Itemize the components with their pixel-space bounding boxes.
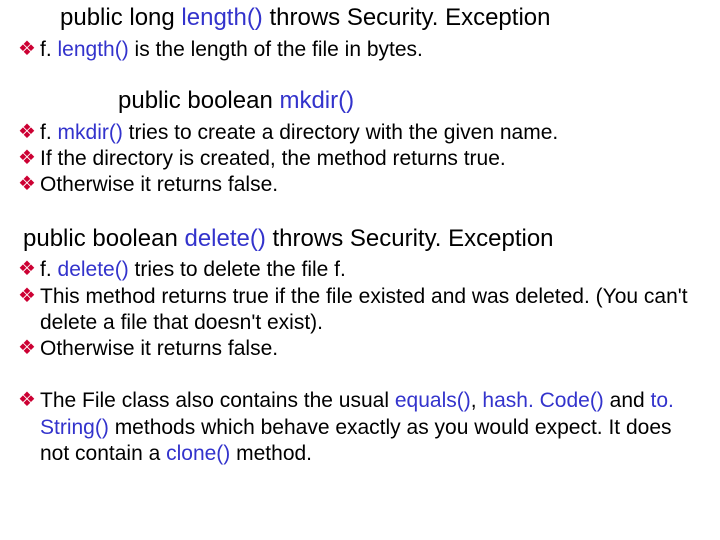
bullet-hl: length(): [58, 38, 129, 61]
heading-text-hl: length(): [181, 4, 262, 31]
bullet-pre: f.: [40, 258, 58, 281]
diamond-icon: ❖: [18, 120, 40, 145]
slide-content: public long length() throws Security. Ex…: [0, 0, 720, 485]
bullet-text: Otherwise it returns false.: [40, 336, 278, 362]
diamond-icon: ❖: [18, 336, 40, 361]
seg-hl: hash. Code(): [482, 389, 603, 412]
diamond-icon: ❖: [18, 388, 40, 413]
list-item: ❖ Otherwise it returns false.: [18, 336, 702, 362]
bullet-post: is the length of the file in bytes.: [129, 38, 423, 61]
bullet-post: tries to create a directory with the giv…: [123, 121, 558, 144]
heading-text-hl: delete(): [184, 225, 265, 252]
list-item: ❖ f. length() is the length of the file …: [18, 37, 702, 63]
heading-delete: public boolean delete() throws Security.…: [18, 225, 702, 254]
seg: The File class also contains the usual: [40, 389, 395, 412]
bullet-pre: Otherwise it returns false.: [40, 337, 278, 360]
bullet-hl: mkdir(): [58, 121, 123, 144]
bullet-pre: If the directory is created, the method …: [40, 147, 506, 170]
list-item: ❖ f. delete() tries to delete the file f…: [18, 257, 702, 283]
heading-length: public long length() throws Security. Ex…: [18, 4, 702, 33]
seg: ,: [471, 389, 483, 412]
seg: methods which behave exactly as you woul…: [40, 416, 672, 465]
diamond-icon: ❖: [18, 146, 40, 171]
diamond-icon: ❖: [18, 37, 40, 62]
heading-text-pre: public long: [60, 4, 181, 31]
bullet-text: f. length() is the length of the file in…: [40, 37, 423, 63]
bullets-delete: ❖ f. delete() tries to delete the file f…: [18, 257, 702, 362]
heading-mkdir: public boolean mkdir(): [18, 87, 702, 116]
heading-text-pre: public boolean: [118, 87, 279, 114]
seg-hl: clone(): [166, 442, 230, 465]
bullet-text: f. delete() tries to delete the file f.: [40, 257, 346, 283]
list-item: ❖ This method returns true if the file e…: [18, 284, 702, 337]
bullet-text: Otherwise it returns false.: [40, 172, 278, 198]
bullet-text: The File class also contains the usual e…: [40, 388, 702, 467]
seg: and: [604, 389, 651, 412]
heading-text-pre: public boolean: [23, 225, 184, 252]
diamond-icon: ❖: [18, 284, 40, 309]
bullets-mkdir: ❖ f. mkdir() tries to create a directory…: [18, 120, 702, 199]
bullet-text: If the directory is created, the method …: [40, 146, 506, 172]
bullet-pre: This method returns true if the file exi…: [40, 285, 688, 334]
list-item: ❖ f. mkdir() tries to create a directory…: [18, 120, 702, 146]
bullets-length: ❖ f. length() is the length of the file …: [18, 37, 702, 63]
bullet-pre: Otherwise it returns false.: [40, 173, 278, 196]
bullets-file-class: ❖ The File class also contains the usual…: [18, 388, 702, 467]
bullet-text: This method returns true if the file exi…: [40, 284, 702, 337]
seg-hl: equals(): [395, 389, 471, 412]
list-item: ❖ Otherwise it returns false.: [18, 172, 702, 198]
bullet-pre: f.: [40, 121, 58, 144]
list-item: ❖ If the directory is created, the metho…: [18, 146, 702, 172]
bullet-text: f. mkdir() tries to create a directory w…: [40, 120, 558, 146]
heading-text-post: throws Security. Exception: [266, 225, 554, 252]
bullet-post: tries to delete the file f.: [129, 258, 346, 281]
diamond-icon: ❖: [18, 257, 40, 282]
bullet-pre: f.: [40, 38, 58, 61]
bullet-hl: delete(): [58, 258, 129, 281]
diamond-icon: ❖: [18, 172, 40, 197]
heading-text-hl: mkdir(): [279, 87, 354, 114]
list-item: ❖ The File class also contains the usual…: [18, 388, 702, 467]
heading-text-post: throws Security. Exception: [263, 4, 551, 31]
seg: method.: [230, 442, 312, 465]
